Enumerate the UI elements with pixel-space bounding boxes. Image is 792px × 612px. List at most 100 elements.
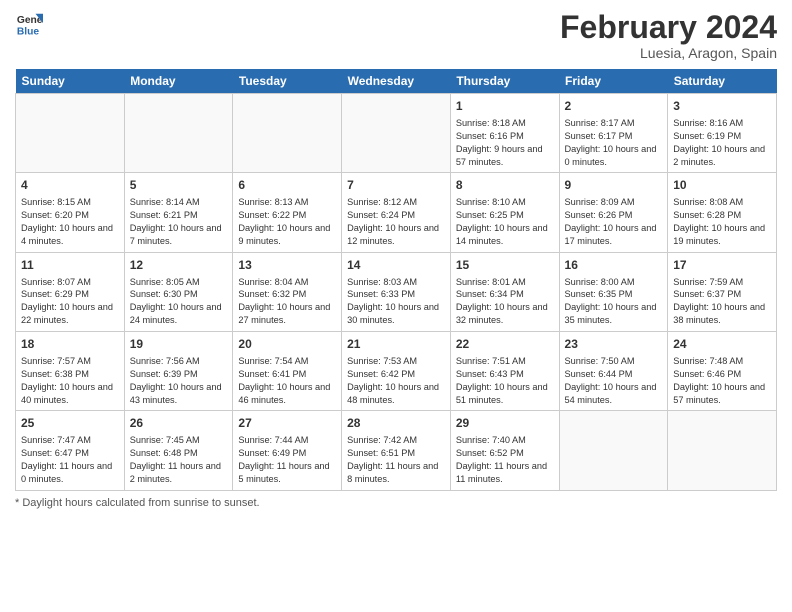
table-row: 6 Sunrise: 8:13 AMSunset: 6:22 PMDaylight… — [233, 173, 342, 252]
location: Luesia, Aragon, Spain — [560, 45, 777, 61]
day-info: Sunrise: 7:50 AMSunset: 6:44 PMDaylight:… — [565, 355, 663, 407]
table-row: 21 Sunrise: 7:53 AMSunset: 6:42 PMDayligh… — [342, 332, 451, 411]
table-row: 1 Sunrise: 8:18 AMSunset: 6:16 PMDaylight… — [450, 94, 559, 173]
table-row — [16, 94, 125, 173]
day-number: 6 — [238, 177, 336, 194]
day-info: Sunrise: 7:42 AMSunset: 6:51 PMDaylight:… — [347, 434, 445, 486]
table-row: 10 Sunrise: 8:08 AMSunset: 6:28 PMDayligh… — [668, 173, 777, 252]
day-number: 27 — [238, 415, 336, 432]
day-number: 26 — [130, 415, 228, 432]
day-number: 9 — [565, 177, 663, 194]
day-number: 12 — [130, 257, 228, 274]
day-number: 20 — [238, 336, 336, 353]
day-info: Sunrise: 8:12 AMSunset: 6:24 PMDaylight:… — [347, 196, 445, 248]
day-info: Sunrise: 7:57 AMSunset: 6:38 PMDaylight:… — [21, 355, 119, 407]
table-row: 15Sunrise: 8:01 AMSunset: 6:34 PMDayligh… — [450, 252, 559, 331]
table-row: 27 Sunrise: 7:44 AMSunset: 6:49 PMDayligh… — [233, 411, 342, 490]
day-number: 21 — [347, 336, 445, 353]
day-info: Sunrise: 7:47 AMSunset: 6:47 PMDaylight:… — [21, 434, 119, 486]
day-number: 4 — [21, 177, 119, 194]
day-info: Sunrise: 7:56 AMSunset: 6:39 PMDaylight:… — [130, 355, 228, 407]
day-number: 29 — [456, 415, 554, 432]
day-info: Sunrise: 7:44 AMSunset: 6:49 PMDaylight:… — [238, 434, 336, 486]
day-number: 16 — [565, 257, 663, 274]
day-number: 10 — [673, 177, 771, 194]
title-block: February 2024 Luesia, Aragon, Spain — [560, 10, 777, 61]
table-row — [233, 94, 342, 173]
calendar-header-row: Sunday Monday Tuesday Wednesday Thursday… — [16, 69, 777, 94]
logo: General Blue — [15, 10, 43, 38]
logo-icon: General Blue — [15, 10, 43, 38]
daylight-hours-label: Daylight hours — [22, 497, 92, 509]
table-row: 22 Sunrise: 7:51 AMSunset: 6:43 PMDayligh… — [450, 332, 559, 411]
day-info: Sunrise: 8:07 AMSunset: 6:29 PMDaylight:… — [21, 276, 119, 328]
footer-note: * Daylight hours calculated from sunrise… — [15, 497, 777, 509]
day-info: Sunrise: 7:54 AMSunset: 6:41 PMDaylight:… — [238, 355, 336, 407]
day-number: 15 — [456, 257, 554, 274]
day-info: Sunrise: 7:51 AMSunset: 6:43 PMDaylight:… — [456, 355, 554, 407]
table-row: 17 Sunrise: 7:59 AMSunset: 6:37 PMDayligh… — [668, 252, 777, 331]
table-row: 16 Sunrise: 8:00 AMSunset: 6:35 PMDayligh… — [559, 252, 668, 331]
calendar-week-row: 11Sunrise: 8:07 AMSunset: 6:29 PMDayligh… — [16, 252, 777, 331]
day-number: 2 — [565, 98, 663, 115]
day-info: Sunrise: 8:10 AMSunset: 6:25 PMDaylight:… — [456, 196, 554, 248]
day-number: 24 — [673, 336, 771, 353]
day-info: Sunrise: 8:03 AMSunset: 6:33 PMDaylight:… — [347, 276, 445, 328]
svg-text:Blue: Blue — [17, 26, 40, 37]
day-number: 7 — [347, 177, 445, 194]
col-wednesday: Wednesday — [342, 69, 451, 94]
day-info: Sunrise: 7:40 AMSunset: 6:52 PMDaylight:… — [456, 434, 554, 486]
day-number: 1 — [456, 98, 554, 115]
day-info: Sunrise: 7:59 AMSunset: 6:37 PMDaylight:… — [673, 276, 771, 328]
calendar-table: Sunday Monday Tuesday Wednesday Thursday… — [15, 69, 777, 490]
table-row: 14Sunrise: 8:03 AMSunset: 6:33 PMDayligh… — [342, 252, 451, 331]
day-info: Sunrise: 8:09 AMSunset: 6:26 PMDaylight:… — [565, 196, 663, 248]
day-info: Sunrise: 8:15 AMSunset: 6:20 PMDaylight:… — [21, 196, 119, 248]
day-number: 8 — [456, 177, 554, 194]
table-row: 23 Sunrise: 7:50 AMSunset: 6:44 PMDayligh… — [559, 332, 668, 411]
calendar-week-row: 4 Sunrise: 8:15 AMSunset: 6:20 PMDaylight… — [16, 173, 777, 252]
day-number: 17 — [673, 257, 771, 274]
table-row: 19 Sunrise: 7:56 AMSunset: 6:39 PMDayligh… — [124, 332, 233, 411]
calendar-week-row: 18 Sunrise: 7:57 AMSunset: 6:38 PMDayligh… — [16, 332, 777, 411]
day-number: 13 — [238, 257, 336, 274]
day-number: 3 — [673, 98, 771, 115]
table-row: 26 Sunrise: 7:45 AMSunset: 6:48 PMDayligh… — [124, 411, 233, 490]
day-info: Sunrise: 8:17 AMSunset: 6:17 PMDaylight:… — [565, 117, 663, 169]
day-info: Sunrise: 8:08 AMSunset: 6:28 PMDaylight:… — [673, 196, 771, 248]
col-friday: Friday — [559, 69, 668, 94]
day-number: 22 — [456, 336, 554, 353]
day-info: Sunrise: 8:13 AMSunset: 6:22 PMDaylight:… — [238, 196, 336, 248]
table-row: 2 Sunrise: 8:17 AMSunset: 6:17 PMDaylight… — [559, 94, 668, 173]
day-info: Sunrise: 8:14 AMSunset: 6:21 PMDaylight:… — [130, 196, 228, 248]
col-saturday: Saturday — [668, 69, 777, 94]
table-row: 29 Sunrise: 7:40 AMSunset: 6:52 PMDayligh… — [450, 411, 559, 490]
table-row: 7 Sunrise: 8:12 AMSunset: 6:24 PMDaylight… — [342, 173, 451, 252]
calendar-week-row: 25 Sunrise: 7:47 AMSunset: 6:47 PMDayligh… — [16, 411, 777, 490]
table-row — [668, 411, 777, 490]
table-row: 5Sunrise: 8:14 AMSunset: 6:21 PMDaylight… — [124, 173, 233, 252]
day-number: 25 — [21, 415, 119, 432]
table-row: 28Sunrise: 7:42 AMSunset: 6:51 PMDayligh… — [342, 411, 451, 490]
day-number: 23 — [565, 336, 663, 353]
month-title: February 2024 — [560, 10, 777, 45]
day-info: Sunrise: 7:45 AMSunset: 6:48 PMDaylight:… — [130, 434, 228, 486]
day-info: Sunrise: 8:05 AMSunset: 6:30 PMDaylight:… — [130, 276, 228, 328]
col-thursday: Thursday — [450, 69, 559, 94]
table-row: 20 Sunrise: 7:54 AMSunset: 6:41 PMDayligh… — [233, 332, 342, 411]
table-row: 18 Sunrise: 7:57 AMSunset: 6:38 PMDayligh… — [16, 332, 125, 411]
table-row: 11Sunrise: 8:07 AMSunset: 6:29 PMDayligh… — [16, 252, 125, 331]
table-row: 13Sunrise: 8:04 AMSunset: 6:32 PMDayligh… — [233, 252, 342, 331]
col-sunday: Sunday — [16, 69, 125, 94]
day-info: Sunrise: 7:53 AMSunset: 6:42 PMDaylight:… — [347, 355, 445, 407]
day-info: Sunrise: 8:18 AMSunset: 6:16 PMDaylight:… — [456, 117, 554, 169]
day-number: 18 — [21, 336, 119, 353]
day-info: Sunrise: 7:48 AMSunset: 6:46 PMDaylight:… — [673, 355, 771, 407]
calendar-week-row: 1 Sunrise: 8:18 AMSunset: 6:16 PMDaylight… — [16, 94, 777, 173]
table-row: 9 Sunrise: 8:09 AMSunset: 6:26 PMDaylight… — [559, 173, 668, 252]
day-info: Sunrise: 8:00 AMSunset: 6:35 PMDaylight:… — [565, 276, 663, 328]
table-row: 24 Sunrise: 7:48 AMSunset: 6:46 PMDayligh… — [668, 332, 777, 411]
day-number: 19 — [130, 336, 228, 353]
table-row — [124, 94, 233, 173]
col-monday: Monday — [124, 69, 233, 94]
